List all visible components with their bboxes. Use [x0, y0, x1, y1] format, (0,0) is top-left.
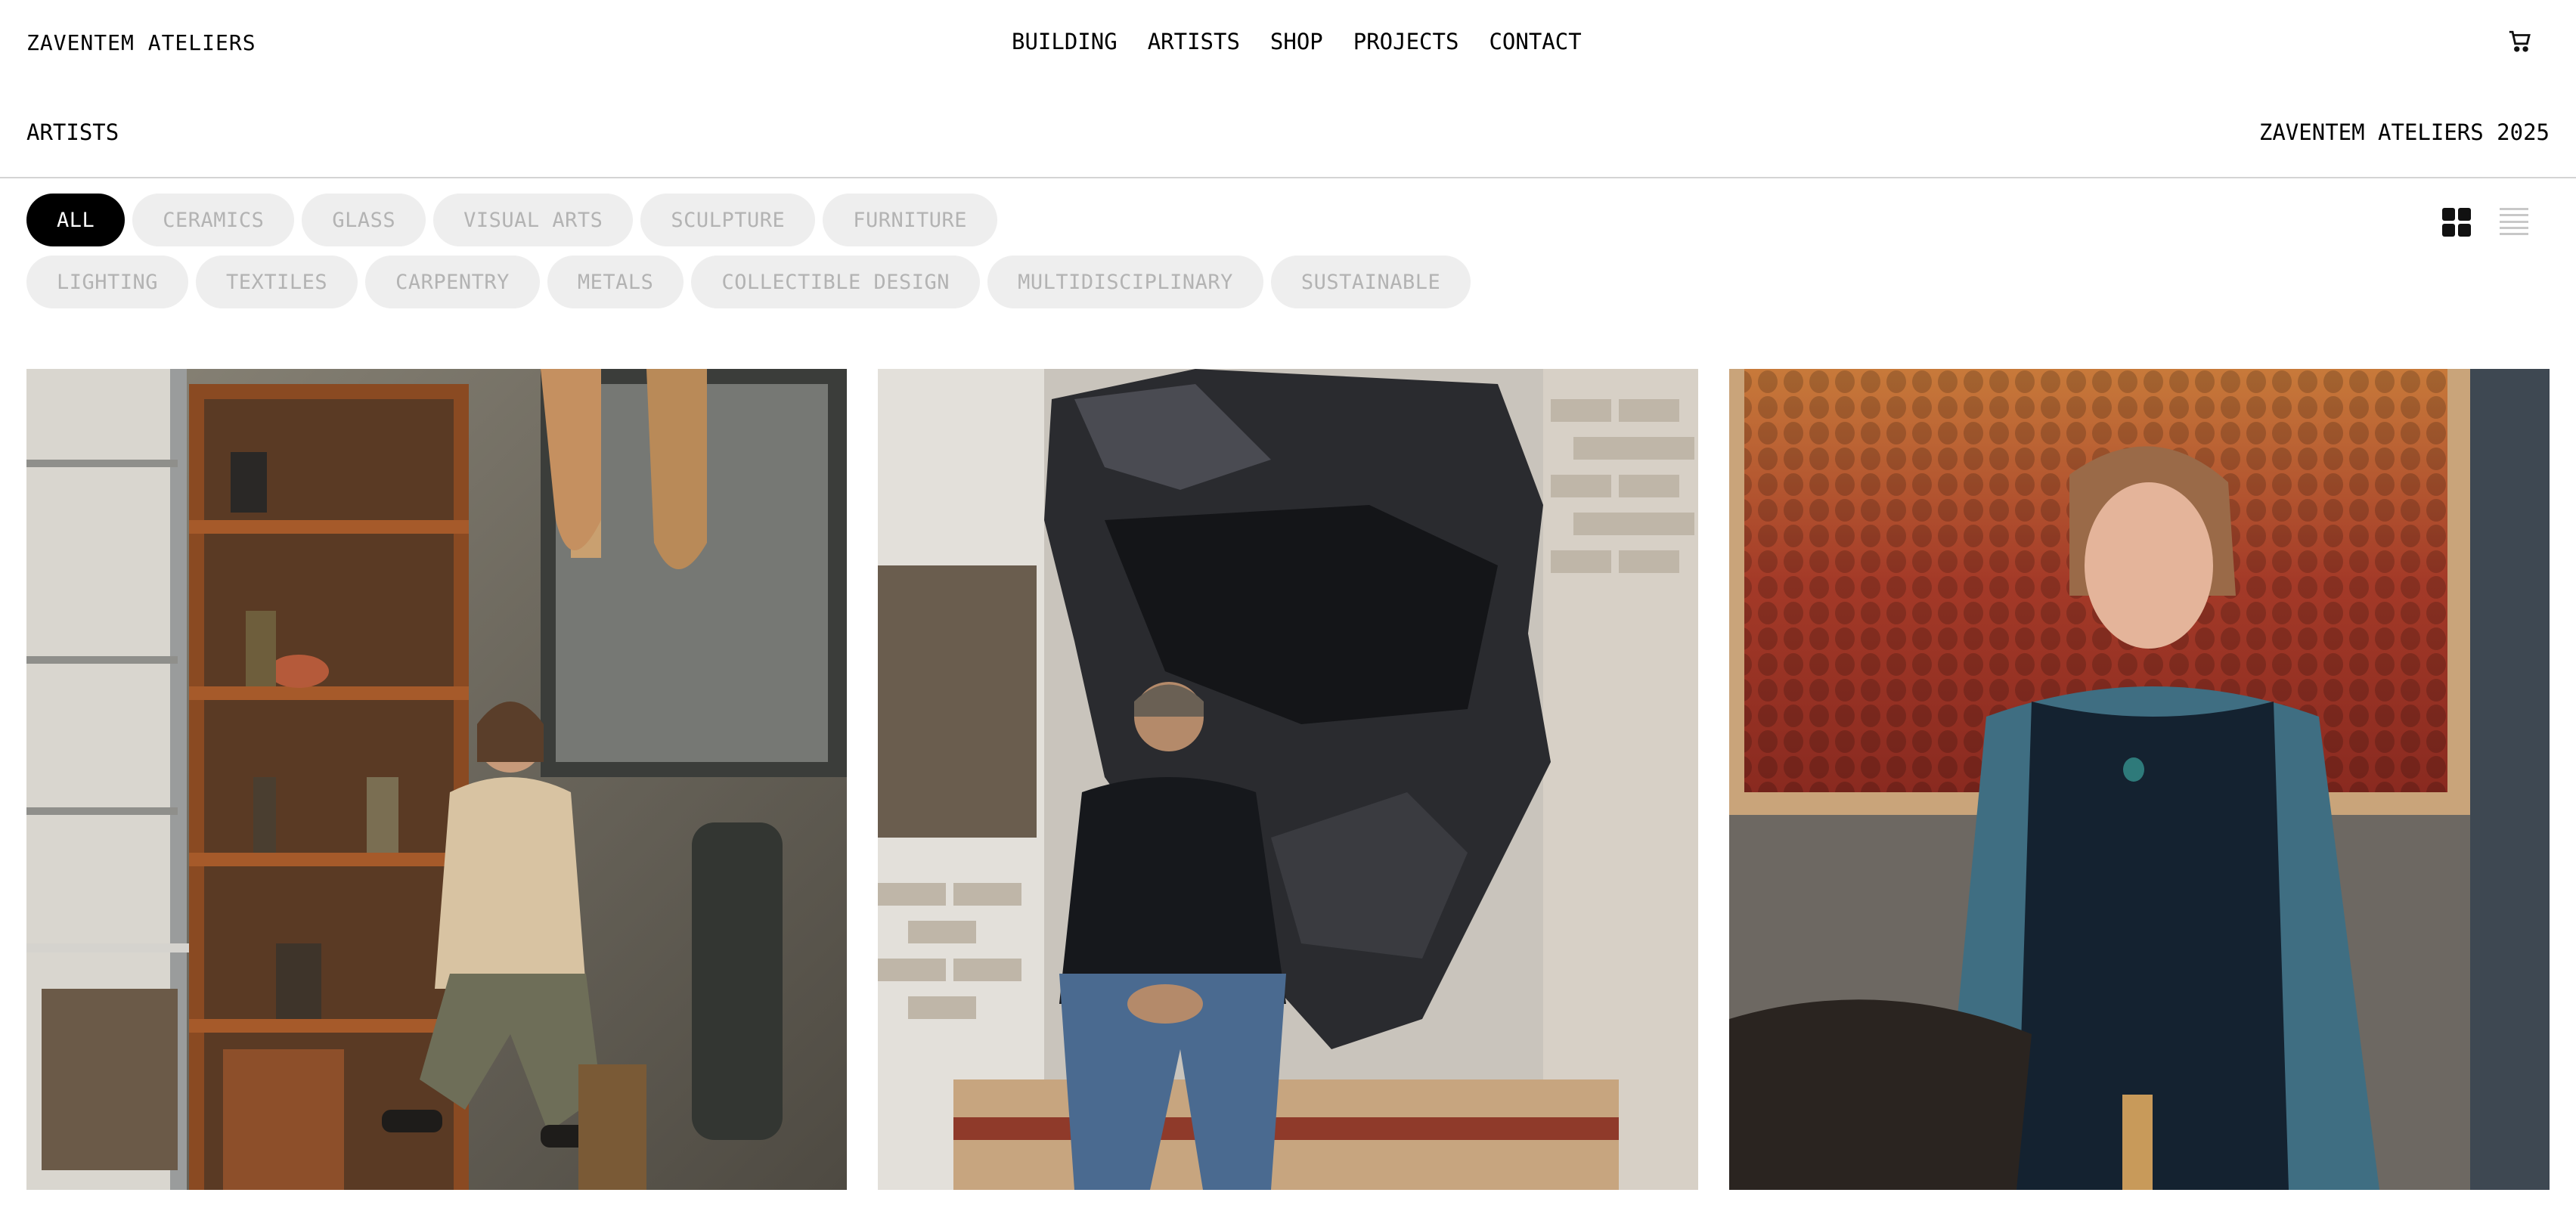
- filter-metals[interactable]: METALS: [547, 256, 684, 308]
- main-nav: BUILDING ARTISTS SHOP PROJECTS CONTACT: [1012, 29, 1582, 54]
- artist-gallery: [0, 369, 2576, 1190]
- page-title: ARTISTS: [26, 119, 119, 145]
- filter-sustainable[interactable]: SUSTAINABLE: [1270, 256, 1471, 308]
- nav-contact[interactable]: CONTACT: [1489, 29, 1581, 54]
- nav-building[interactable]: BUILDING: [1012, 29, 1118, 54]
- nav-artists[interactable]: ARTISTS: [1148, 29, 1240, 54]
- grid-view-icon[interactable]: [2442, 208, 2471, 237]
- artist-card[interactable]: [878, 369, 1698, 1190]
- artist-card[interactable]: [1729, 369, 2550, 1190]
- filter-furniture[interactable]: FURNITURE: [823, 194, 998, 246]
- filter-ceramics[interactable]: CERAMICS: [132, 194, 295, 246]
- filter-lighting[interactable]: LIGHTING: [26, 256, 189, 308]
- artist-card[interactable]: [26, 369, 847, 1190]
- filter-glass[interactable]: GLASS: [302, 194, 426, 246]
- cart-icon[interactable]: [2507, 29, 2533, 54]
- photo-artist-textile-wall: [1729, 369, 2550, 1190]
- filter-textiles[interactable]: TEXTILES: [196, 256, 358, 308]
- filter-multidisciplinary[interactable]: MULTIDISCIPLINARY: [987, 256, 1263, 308]
- view-toggle: [2442, 208, 2528, 237]
- filter-visual-arts[interactable]: VISUAL ARTS: [433, 194, 634, 246]
- photo-artist-ceramics-studio: [26, 369, 847, 1190]
- year-label: ZAVENTEM ATELIERS 2025: [2258, 119, 2550, 145]
- nav-projects[interactable]: PROJECTS: [1353, 29, 1459, 54]
- site-logo[interactable]: ZAVENTEM ATELIERS: [26, 30, 256, 55]
- section-header: ARTISTS ZAVENTEM ATELIERS 2025: [0, 113, 2576, 178]
- filter-sculpture[interactable]: SCULPTURE: [640, 194, 816, 246]
- nav-shop[interactable]: SHOP: [1270, 29, 1323, 54]
- category-filters: ALL CERAMICS GLASS VISUAL ARTS SCULPTURE…: [26, 194, 1539, 317]
- list-view-icon[interactable]: [2500, 208, 2528, 235]
- photo-artist-sculpture-rock: [878, 369, 1698, 1190]
- filter-all[interactable]: ALL: [26, 194, 126, 246]
- filter-collectible-design[interactable]: COLLECTIBLE DESIGN: [691, 256, 981, 308]
- filter-carpentry[interactable]: CARPENTRY: [365, 256, 540, 308]
- site-header: ZAVENTEM ATELIERS BUILDING ARTISTS SHOP …: [0, 0, 2576, 88]
